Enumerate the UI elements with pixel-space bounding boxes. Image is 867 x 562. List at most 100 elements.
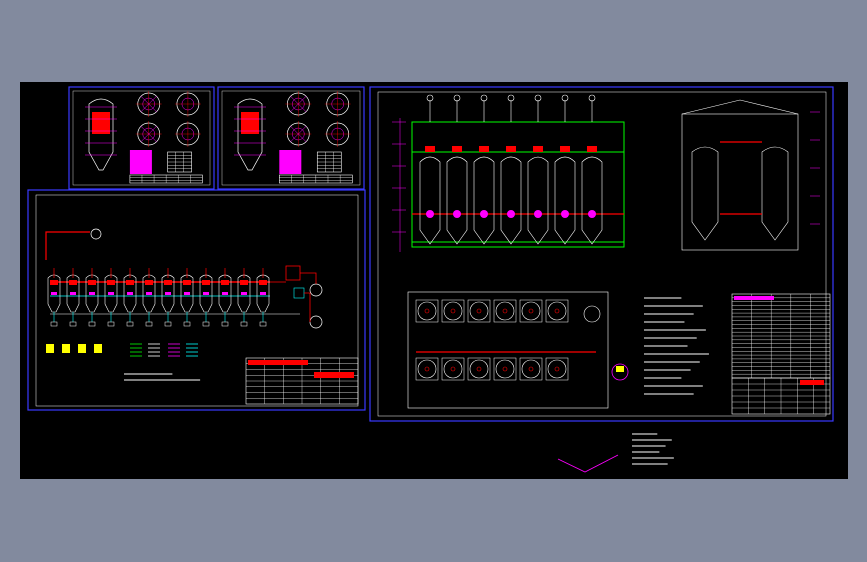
vessel-nozzle xyxy=(588,210,596,218)
outlet-valve xyxy=(88,321,96,327)
vessel-agitator xyxy=(126,280,134,285)
plan-cell xyxy=(441,357,465,381)
side-vessel xyxy=(761,146,789,241)
vessel-agitator xyxy=(202,280,210,285)
plan-circle xyxy=(417,359,437,379)
vessel-agitator xyxy=(69,280,77,285)
plan-circle xyxy=(469,301,489,321)
layout-vessel xyxy=(554,94,576,245)
process-vessel xyxy=(66,268,80,327)
outlet-valve xyxy=(126,321,134,327)
outlet-valve xyxy=(50,321,58,327)
magenta-arrow xyxy=(557,454,619,473)
plan-cell xyxy=(441,299,465,323)
plan-center xyxy=(554,308,560,314)
process-flow-sheet xyxy=(27,189,366,411)
vessel-motor xyxy=(587,146,597,152)
process-vessel xyxy=(199,268,213,327)
feed-pipe xyxy=(45,231,90,260)
vessel-nozzle xyxy=(561,210,569,218)
outlet-valve xyxy=(202,321,210,327)
outlet-valve xyxy=(145,321,153,327)
legend-swatch xyxy=(62,344,70,353)
plan-circle xyxy=(521,359,541,379)
process-vessel xyxy=(161,268,175,327)
plan-circle xyxy=(521,301,541,321)
vessel-agitator xyxy=(259,280,267,285)
vessel-level xyxy=(165,292,171,295)
vessel-agitator xyxy=(88,280,96,285)
plan-cell xyxy=(493,299,517,323)
plan-circle xyxy=(443,301,463,321)
vessel-level xyxy=(184,292,190,295)
plan-vessel xyxy=(415,299,439,323)
vessel-nozzle xyxy=(534,210,542,218)
plan-vessel xyxy=(441,299,465,323)
pump-unit xyxy=(285,265,301,281)
vessel-motor xyxy=(560,146,570,152)
vessel-agitator xyxy=(164,280,172,285)
plan-vessel xyxy=(545,357,569,381)
vessel-motor xyxy=(479,146,489,152)
plan-cell xyxy=(467,357,491,381)
tank-detail-sheet-2 xyxy=(217,86,365,190)
spec-table-fill xyxy=(279,150,302,174)
process-vessel xyxy=(85,268,99,327)
bom-header xyxy=(734,296,774,300)
motor-highlight xyxy=(616,366,624,372)
title-highlight xyxy=(248,360,308,365)
filter-unit xyxy=(309,315,323,329)
title-highlight xyxy=(800,380,824,385)
spec-table-fill xyxy=(129,150,152,174)
outlet-valve xyxy=(240,321,248,327)
plant-layout-sheet xyxy=(369,86,834,422)
cad-drawing-canvas[interactable] xyxy=(20,82,848,479)
plan-vessel xyxy=(467,299,491,323)
vessel-level xyxy=(260,292,266,295)
vessel-level xyxy=(89,292,95,295)
vessel-nozzle xyxy=(453,210,461,218)
vessel-nozzle xyxy=(426,210,434,218)
bill-of-materials xyxy=(731,293,831,379)
outlet-valve xyxy=(259,321,267,327)
plan-vessel xyxy=(519,357,543,381)
process-vessel xyxy=(180,268,194,327)
sheet-inner-border xyxy=(377,91,827,417)
vessel-agitator xyxy=(240,280,248,285)
legend-swatch xyxy=(94,344,102,353)
plan-center xyxy=(476,366,482,372)
plan-center xyxy=(424,366,430,372)
plan-circle xyxy=(443,359,463,379)
process-vessel xyxy=(218,268,232,327)
vessel-agitator xyxy=(221,280,229,285)
process-vessel xyxy=(123,268,137,327)
plan-circle xyxy=(417,301,437,321)
layout-vessel xyxy=(473,94,495,245)
process-vessel xyxy=(104,268,118,327)
layout-vessel xyxy=(581,94,603,245)
plan-cell xyxy=(519,299,543,323)
plan-center xyxy=(528,366,534,372)
side-vessel xyxy=(691,146,719,241)
plan-vessel xyxy=(545,299,569,323)
vessel-outline xyxy=(237,98,263,171)
vessel-level xyxy=(222,292,228,295)
vessel-section-fill xyxy=(241,112,259,134)
vessel-nozzle xyxy=(480,210,488,218)
cad-drawing xyxy=(27,86,834,473)
plan-feed-tank xyxy=(583,305,601,323)
outlet-valve xyxy=(221,321,229,327)
plan-circle xyxy=(495,359,515,379)
plan-center xyxy=(528,308,534,314)
vessel-outline xyxy=(527,156,549,245)
layout-vessel xyxy=(500,94,522,245)
layout-vessel xyxy=(527,94,549,245)
plan-cell xyxy=(519,357,543,381)
plan-vessel xyxy=(415,357,439,381)
vessel-level xyxy=(108,292,114,295)
layout-vessel xyxy=(446,94,468,245)
process-vessel xyxy=(142,268,156,327)
vessel-agitator xyxy=(50,280,58,285)
vessel-motor xyxy=(452,146,462,152)
vessel-level xyxy=(203,292,209,295)
